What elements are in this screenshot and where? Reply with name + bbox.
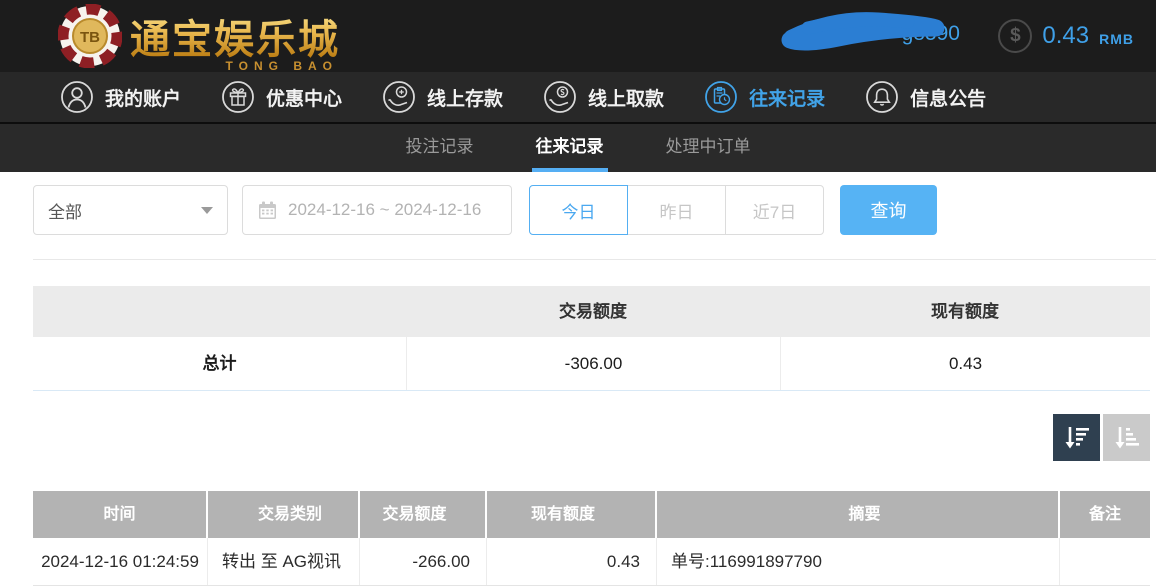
summary-col-empty xyxy=(33,286,406,337)
nav-label: 线上存款 xyxy=(427,84,503,111)
records-icon xyxy=(704,80,738,114)
summary-total-label: 总计 xyxy=(33,337,406,390)
tab-transaction-records[interactable]: 往来记录 xyxy=(534,124,606,172)
user-icon xyxy=(60,80,94,114)
cell-transaction-type: 转出 至 AG视讯 xyxy=(208,538,360,585)
balance-display[interactable]: $ 0.43 RMB xyxy=(998,0,1134,72)
cell-transaction-amount: -266.00 xyxy=(360,538,487,585)
tab-bet-records[interactable]: 投注记录 xyxy=(404,124,476,172)
summary-table: 交易额度 现有额度 总计 -306.00 0.43 xyxy=(33,286,1150,391)
top-header: TB 通宝娱乐城 TONG BAO g8590 $ 0.43 RMB xyxy=(0,0,1156,72)
nav-label: 信息公告 xyxy=(910,84,986,111)
col-summary: 摘要 xyxy=(657,491,1060,538)
poker-chip-icon: TB xyxy=(58,4,122,68)
period-last7days-button[interactable]: 近7日 xyxy=(725,185,824,235)
col-time: 时间 xyxy=(33,491,208,538)
summary-current-balance: 0.43 xyxy=(780,337,1150,390)
records-table: 时间 交易类别 交易额度 现有额度 摘要 备注 2024-12-16 01:24… xyxy=(33,491,1150,586)
sub-nav: 投注记录 往来记录 处理中订单 xyxy=(0,124,1156,172)
col-transaction-amount: 交易额度 xyxy=(360,491,487,538)
nav-label: 往来记录 xyxy=(749,84,825,111)
deposit-icon xyxy=(382,80,416,114)
col-current-balance: 现有额度 xyxy=(487,491,657,538)
period-today-button[interactable]: 今日 xyxy=(529,185,628,235)
sort-ascending-button[interactable] xyxy=(1103,414,1150,461)
type-select[interactable]: 全部 xyxy=(33,185,228,235)
nav-item-announcements[interactable]: 信息公告 xyxy=(865,72,986,122)
summary-total-row: 总计 -306.00 0.43 xyxy=(33,337,1150,391)
sort-ascending-icon xyxy=(1112,423,1142,453)
table-row: 2024-12-16 01:24:59 转出 至 AG视讯 -266.00 0.… xyxy=(33,538,1150,586)
col-note: 备注 xyxy=(1060,491,1150,538)
period-yesterday-button[interactable]: 昨日 xyxy=(627,185,726,235)
dollar-coin-icon: $ xyxy=(998,19,1032,53)
main-nav: 我的账户 优惠中心 线上存款 线上取款 xyxy=(0,72,1156,124)
svg-text:TB: TB xyxy=(80,29,100,46)
nav-item-transaction-records[interactable]: 往来记录 xyxy=(704,72,825,122)
logo-title: 通宝娱乐城 xyxy=(130,7,340,65)
filter-row: 全部 2024-12-16 ~ 2024-12-16 今日 昨日 近7日 查询 xyxy=(33,185,1156,235)
cell-current-balance: 0.43 xyxy=(487,538,657,585)
cell-time: 2024-12-16 01:24:59 xyxy=(33,538,208,585)
scribble-redaction xyxy=(778,8,948,58)
nav-item-my-account[interactable]: 我的账户 xyxy=(60,72,181,122)
bell-icon xyxy=(865,80,899,114)
user-account-area[interactable]: g8590 xyxy=(778,0,968,72)
caret-down-icon xyxy=(201,207,213,214)
cell-note xyxy=(1060,538,1150,585)
summary-transaction-amount: -306.00 xyxy=(406,337,780,390)
cell-summary: 单号:116991897790 xyxy=(657,538,1060,585)
nav-label: 优惠中心 xyxy=(266,84,342,111)
site-logo[interactable]: TB 通宝娱乐城 TONG BAO xyxy=(58,4,340,68)
sort-controls xyxy=(33,414,1150,461)
nav-item-deposit[interactable]: 线上存款 xyxy=(382,72,503,122)
col-transaction-type: 交易类别 xyxy=(208,491,360,538)
nav-item-promotions[interactable]: 优惠中心 xyxy=(221,72,342,122)
logo-subtitle: TONG BAO xyxy=(226,59,338,73)
balance-amount: 0.43 xyxy=(1042,22,1089,50)
search-button[interactable]: 查询 xyxy=(840,185,937,235)
summary-col-current-balance: 现有额度 xyxy=(780,286,1150,337)
summary-table-header: 交易额度 现有额度 xyxy=(33,286,1150,337)
tab-pending-orders[interactable]: 处理中订单 xyxy=(664,124,753,172)
gift-icon xyxy=(221,80,255,114)
records-table-header: 时间 交易类别 交易额度 现有额度 摘要 备注 xyxy=(33,491,1150,538)
nav-item-withdraw[interactable]: 线上取款 xyxy=(543,72,664,122)
balance-currency: RMB xyxy=(1099,26,1134,47)
date-range-input[interactable]: 2024-12-16 ~ 2024-12-16 xyxy=(242,185,512,235)
logo-text: 通宝娱乐城 TONG BAO xyxy=(130,7,340,65)
type-select-value: 全部 xyxy=(48,198,82,223)
date-range-value: 2024-12-16 ~ 2024-12-16 xyxy=(288,200,481,220)
withdraw-icon xyxy=(543,80,577,114)
summary-col-transaction-amount: 交易额度 xyxy=(406,286,780,337)
section-divider xyxy=(33,259,1156,260)
sort-descending-button[interactable] xyxy=(1053,414,1100,461)
period-button-group: 今日 昨日 近7日 xyxy=(529,185,824,235)
calendar-icon xyxy=(257,200,278,221)
nav-label: 我的账户 xyxy=(105,84,181,111)
sort-descending-icon xyxy=(1062,423,1092,453)
nav-label: 线上取款 xyxy=(588,84,664,111)
